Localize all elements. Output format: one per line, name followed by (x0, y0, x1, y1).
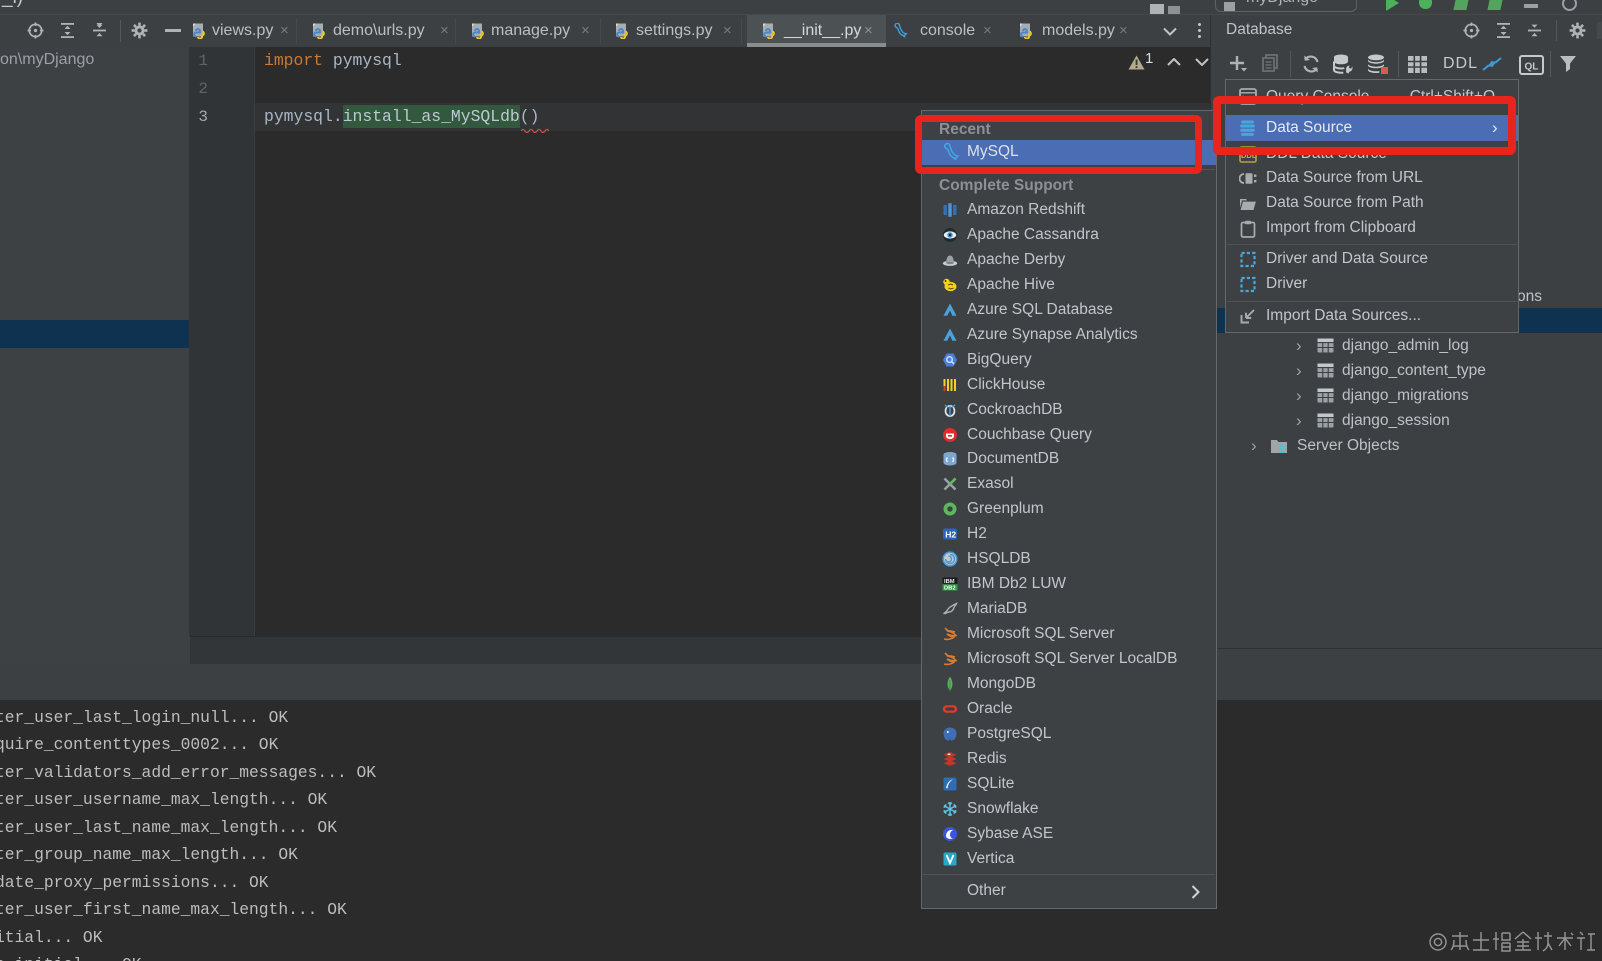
svg-text:H2: H2 (945, 529, 956, 539)
svg-text:IBM: IBM (944, 579, 955, 585)
svg-text:DB2: DB2 (944, 586, 956, 592)
svg-text:QL: QL (1525, 62, 1539, 73)
